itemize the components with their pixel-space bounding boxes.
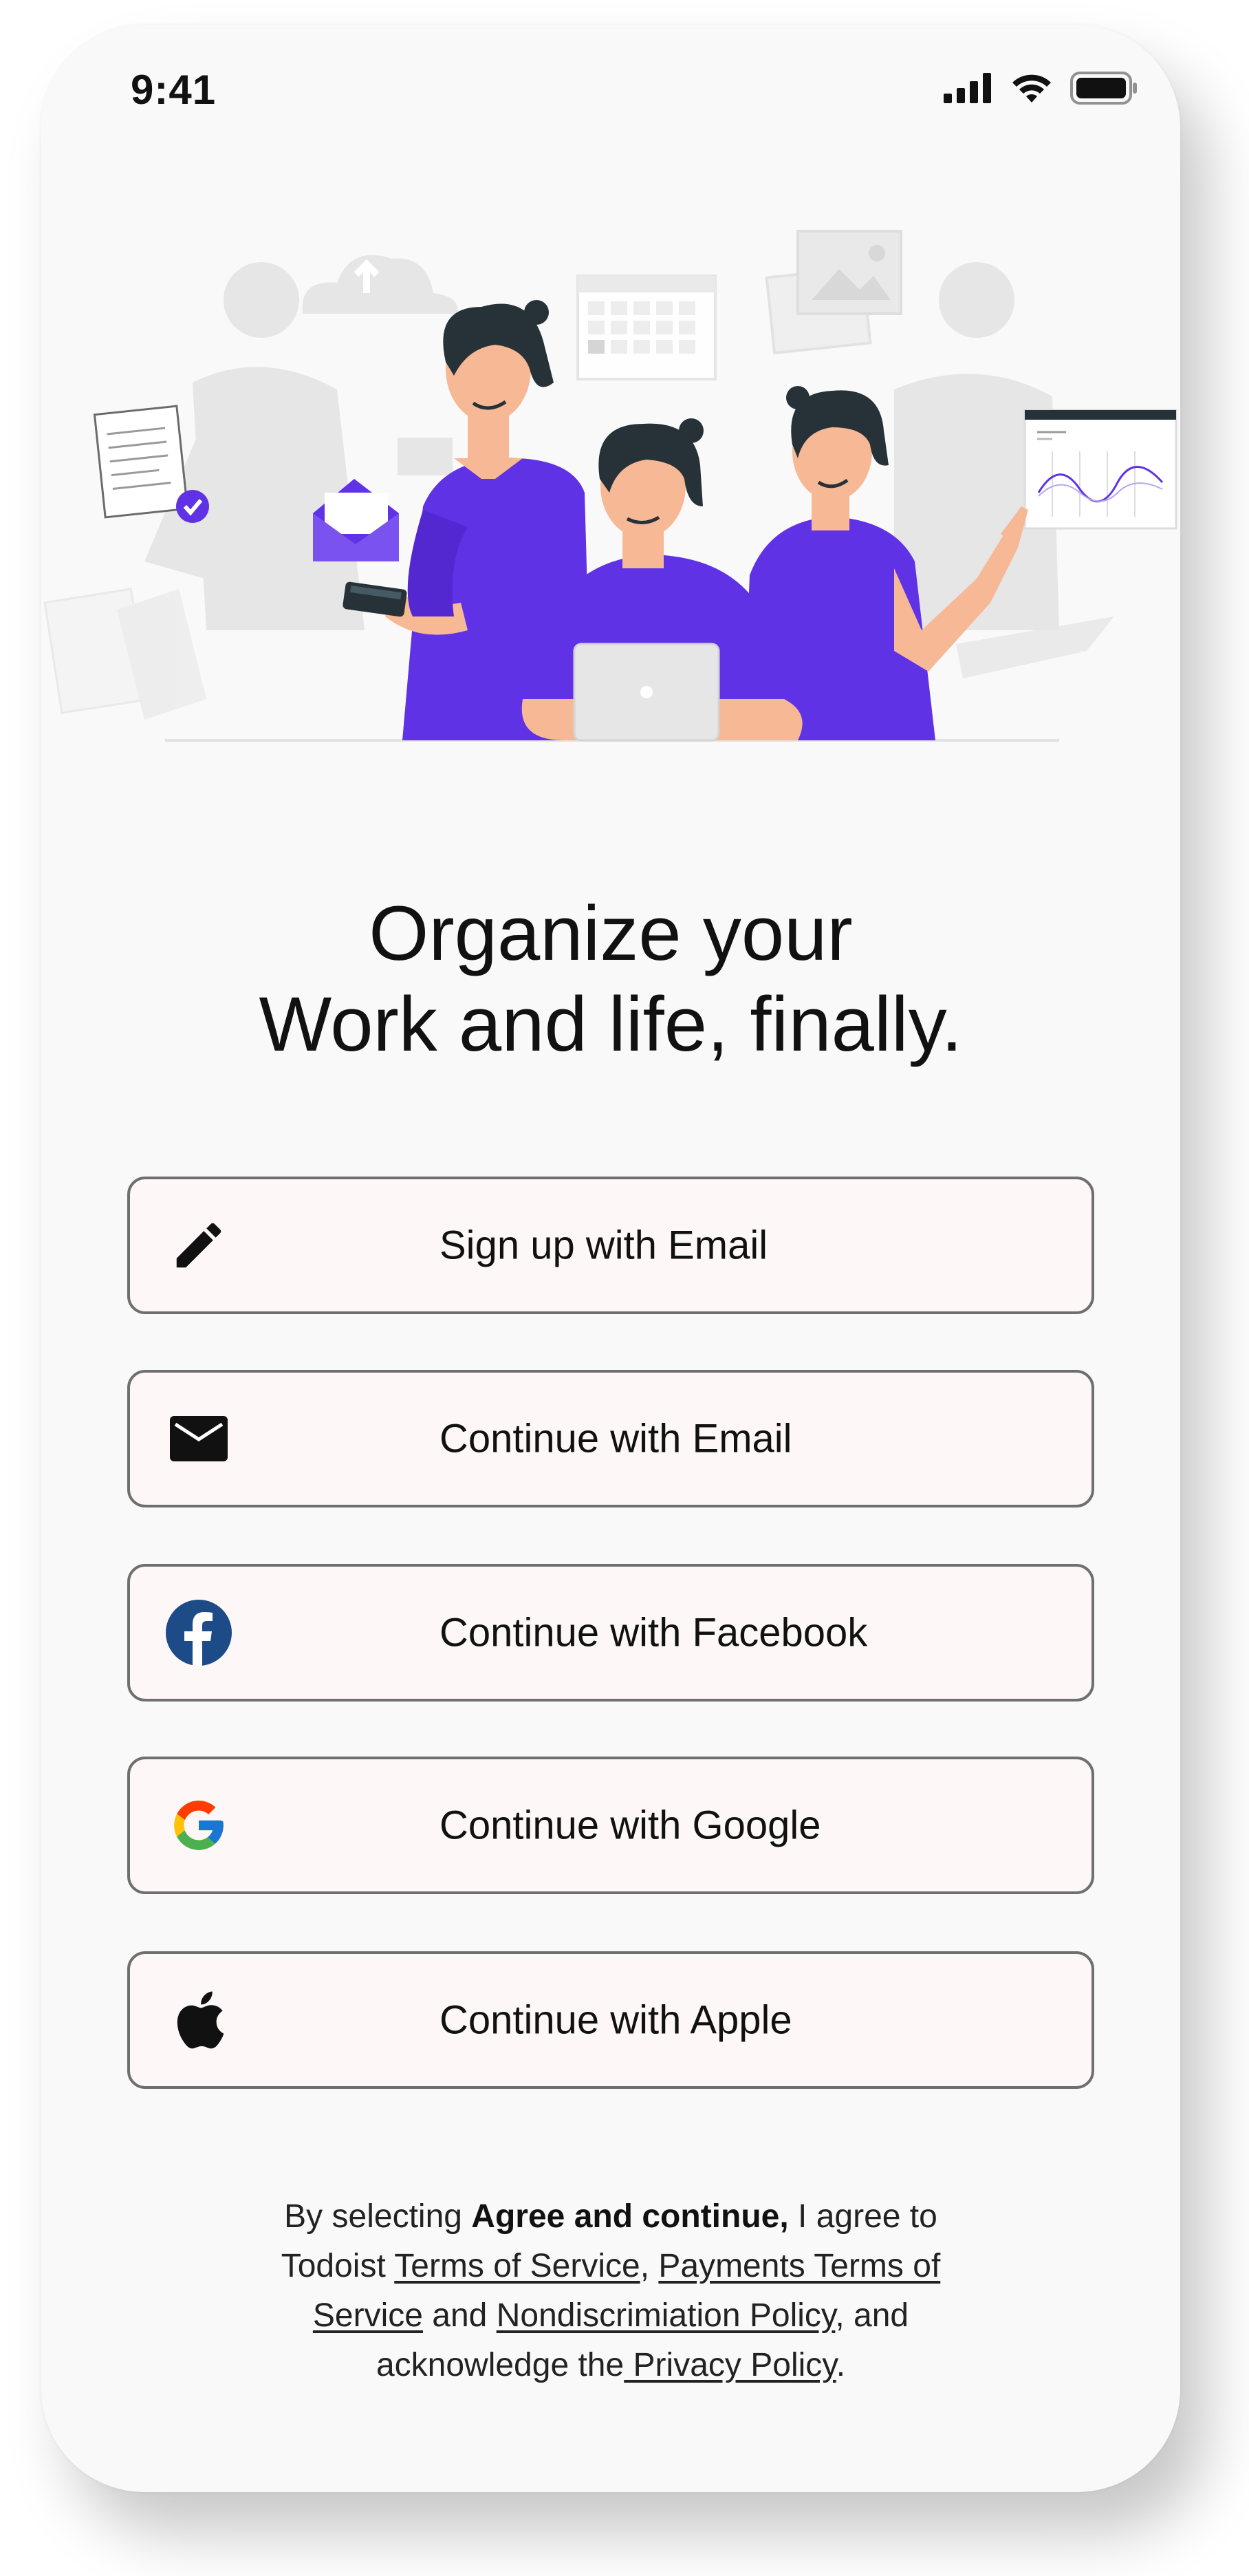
google-icon bbox=[164, 1791, 233, 1860]
facebook-icon bbox=[164, 1598, 233, 1667]
sign-up-email-button[interactable]: Sign up with Email bbox=[127, 1177, 1094, 1314]
headline-line-1: Organize your bbox=[369, 890, 853, 976]
legal-text: , bbox=[640, 2248, 659, 2284]
headline-line-2: Work and life, finally. bbox=[259, 981, 963, 1067]
privacy-policy-link[interactable]: Privacy Policy bbox=[624, 2347, 836, 2383]
calendar-icon bbox=[576, 275, 717, 380]
continue-email-button[interactable]: Continue with Email bbox=[127, 1370, 1094, 1507]
legal-text: and bbox=[422, 2297, 497, 2334]
legal-text: By selecting bbox=[284, 2198, 472, 2235]
continue-facebook-label: Continue with Facebook bbox=[439, 1610, 868, 1655]
image-frame-icon bbox=[765, 230, 902, 355]
continue-google-label: Continue with Google bbox=[439, 1803, 821, 1848]
continue-facebook-button[interactable]: Continue with Facebook bbox=[127, 1564, 1094, 1702]
team-working-illustration bbox=[43, 230, 1177, 742]
signal-icon bbox=[944, 73, 991, 103]
apple-icon bbox=[164, 1986, 233, 2054]
papers-icon bbox=[43, 588, 206, 720]
continue-apple-label: Continue with Apple bbox=[439, 1997, 792, 2043]
headline: Organize your Work and life, finally. bbox=[41, 888, 1180, 1070]
legal-disclaimer: By selecting Agree and continue, I agree… bbox=[248, 2192, 974, 2390]
sign-up-email-label: Sign up with Email bbox=[439, 1223, 768, 1268]
wifi-icon bbox=[1012, 74, 1051, 103]
pencil-icon bbox=[164, 1211, 233, 1280]
agree-continue-emphasis: Agree and continue, bbox=[471, 2198, 789, 2235]
continue-apple-button[interactable]: Continue with Apple bbox=[127, 1951, 1094, 2089]
phone-screen: 9:41 Organize your Work and life, finall… bbox=[41, 25, 1180, 2492]
terms-of-service-link[interactable]: Terms of Service bbox=[394, 2248, 640, 2284]
nondiscrimination-policy-link[interactable]: Nondiscrimiation Policy bbox=[497, 2297, 836, 2334]
legal-text: . bbox=[836, 2347, 846, 2383]
continue-google-button[interactable]: Continue with Google bbox=[127, 1757, 1094, 1894]
battery-icon bbox=[1070, 72, 1137, 105]
continue-email-label: Continue with Email bbox=[439, 1416, 792, 1461]
status-time: 9:41 bbox=[131, 67, 217, 113]
analytics-board-icon bbox=[1023, 409, 1177, 530]
status-icons bbox=[944, 72, 1139, 105]
cloud-upload-icon bbox=[302, 255, 458, 314]
envelope-icon bbox=[164, 1404, 233, 1473]
